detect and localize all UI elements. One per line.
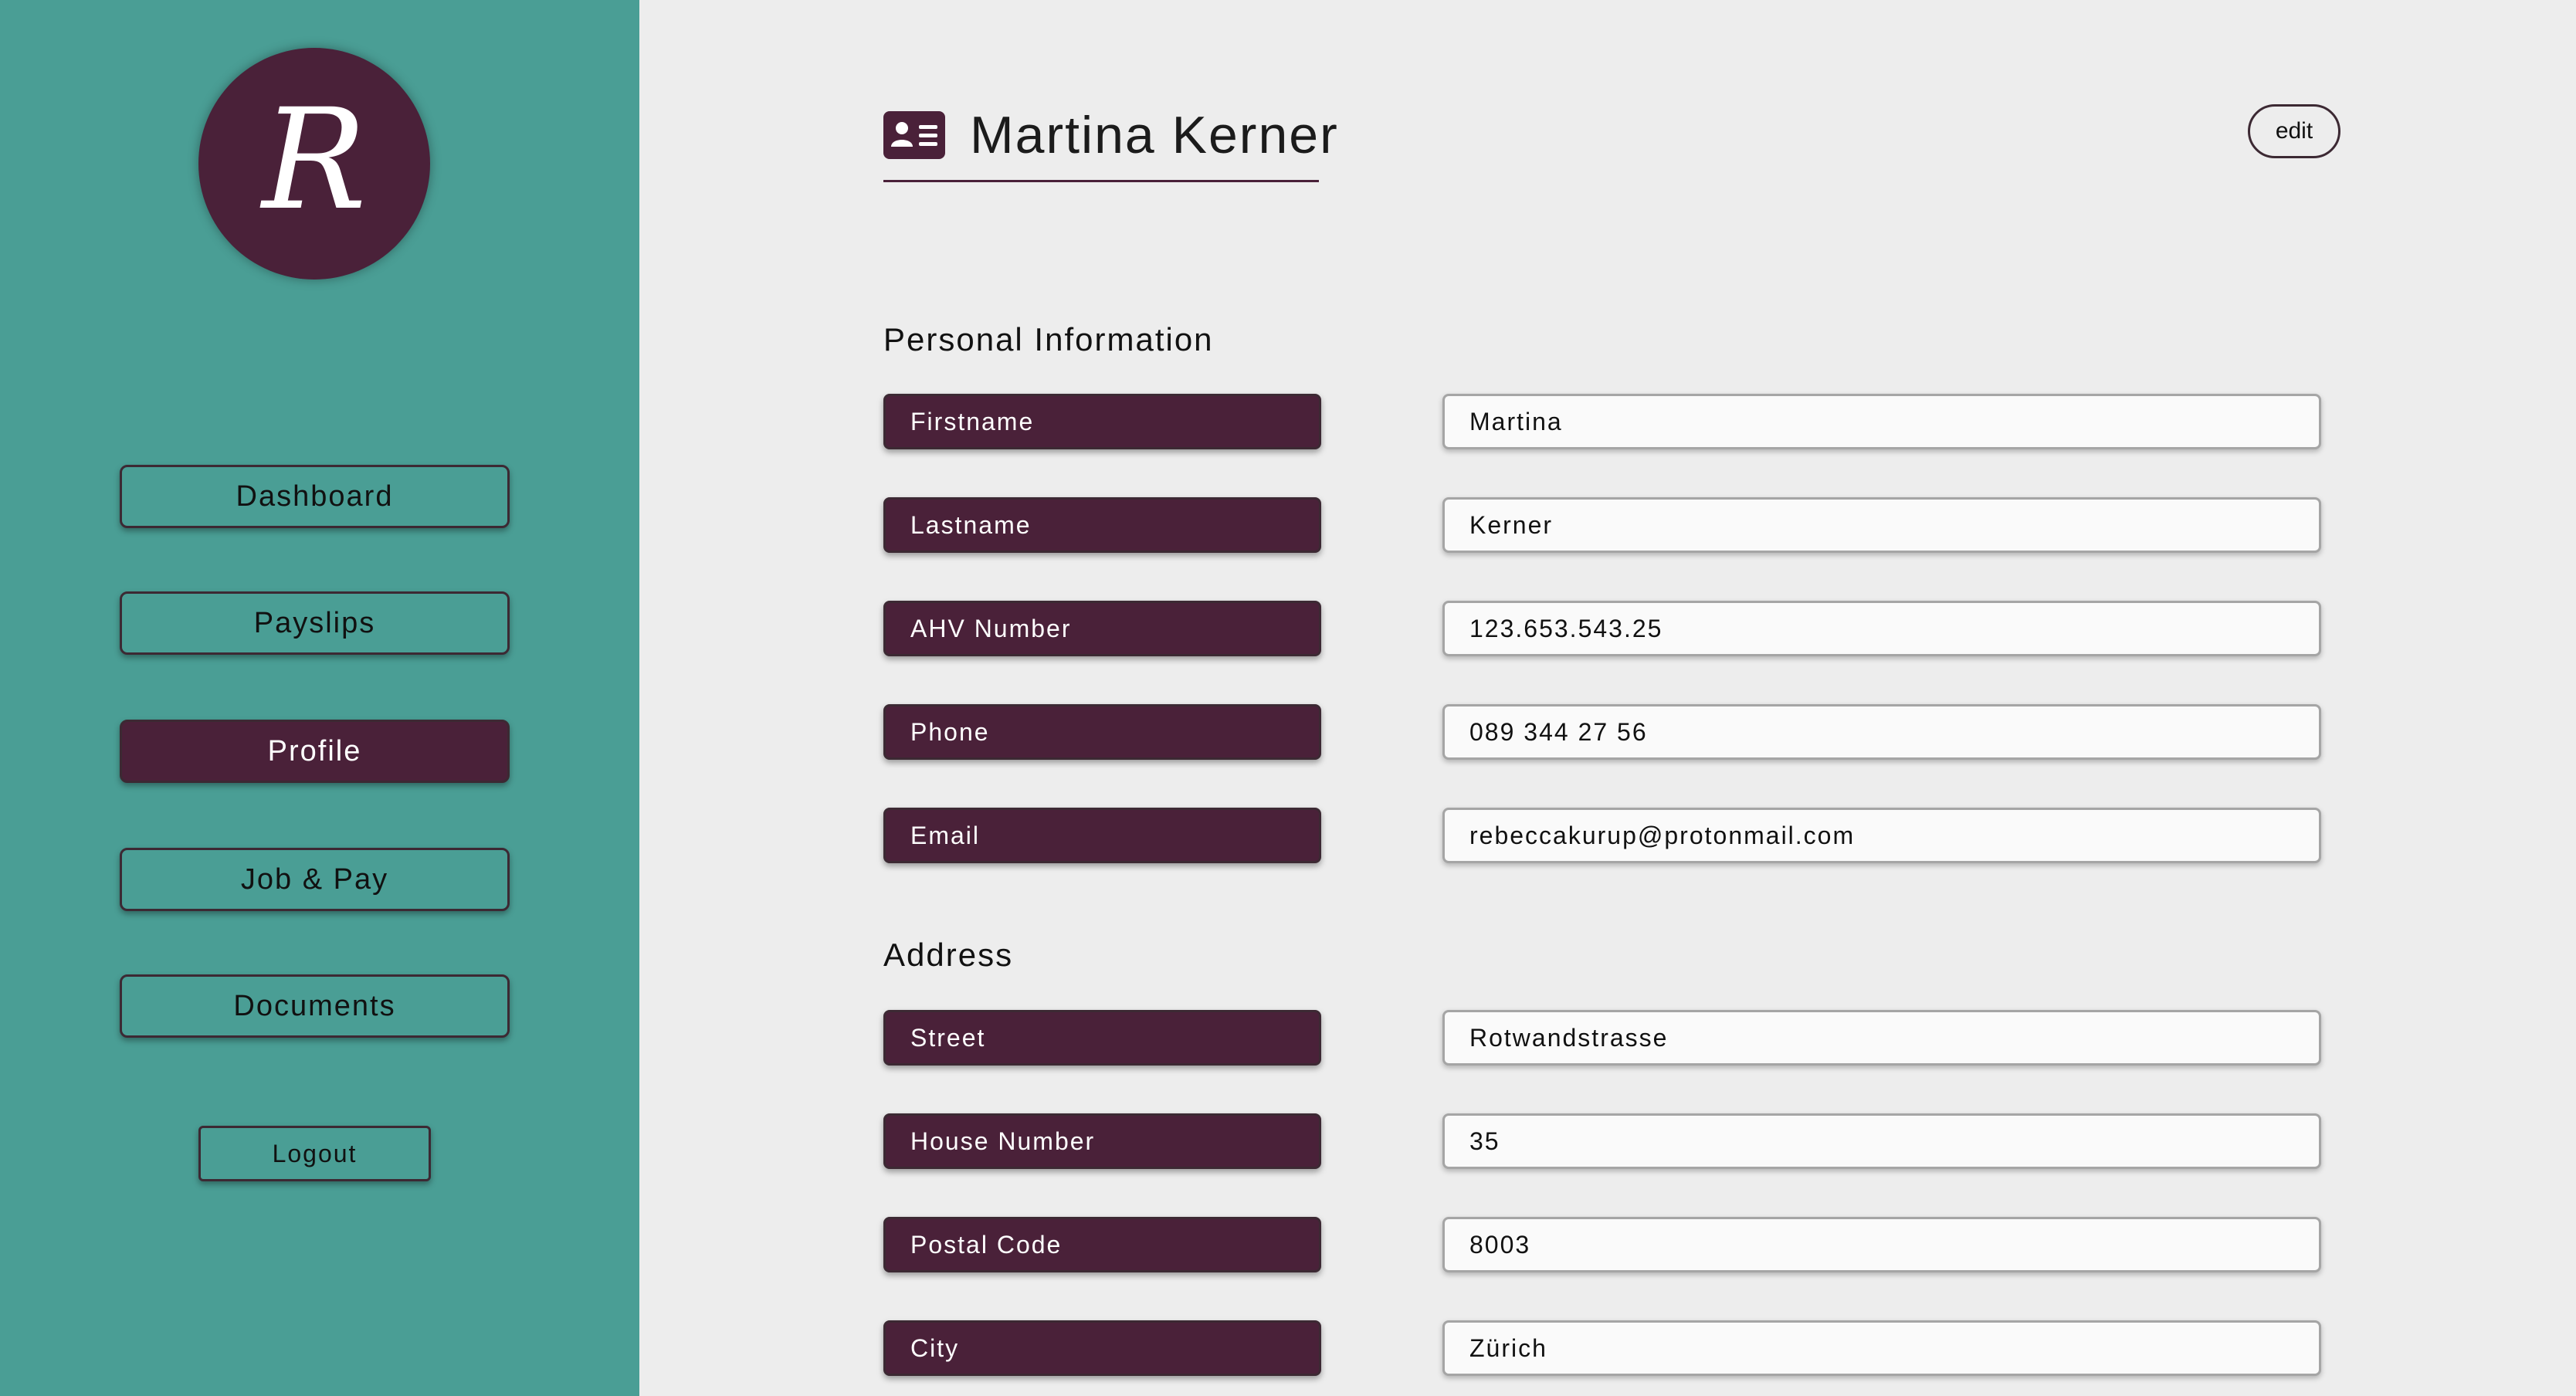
nav-job-pay-button[interactable]: Job & Pay (120, 848, 510, 911)
label-lastname: Lastname (883, 497, 1321, 553)
postal-code-field[interactable]: 8003 (1442, 1217, 2321, 1272)
profile-header: Martina Kerner (883, 100, 1337, 182)
city-field[interactable]: Zürich (1442, 1320, 2321, 1376)
ahv-number-field[interactable]: 123.653.543.25 (1442, 601, 2321, 656)
label-postal-code: Postal Code (883, 1217, 1321, 1272)
nav-dashboard-button[interactable]: Dashboard (120, 465, 510, 528)
label-ahv-number: AHV Number (883, 601, 1321, 656)
house-number-field[interactable]: 35 (1442, 1113, 2321, 1169)
label-house-number: House Number (883, 1113, 1321, 1169)
sidebar: R Dashboard Payslips Profile Job & Pay D… (0, 0, 639, 1396)
nav-payslips-button[interactable]: Payslips (120, 591, 510, 655)
street-field[interactable]: Rotwandstrasse (1442, 1010, 2321, 1066)
avatar: R (198, 48, 430, 280)
contact-card-icon (883, 111, 945, 159)
lastname-field[interactable]: Kerner (1442, 497, 2321, 553)
edit-button[interactable]: edit (2248, 104, 2340, 158)
label-phone: Phone (883, 704, 1321, 760)
nav-profile-button[interactable]: Profile (120, 720, 510, 783)
label-city: City (883, 1320, 1321, 1376)
phone-field[interactable]: 089 344 27 56 (1442, 704, 2321, 760)
page-title: Martina Kerner (970, 106, 1339, 164)
avatar-letter: R (262, 80, 367, 241)
nav-documents-button[interactable]: Documents (120, 974, 510, 1038)
label-street: Street (883, 1010, 1321, 1066)
section-title-address: Address (883, 937, 1014, 973)
logout-button[interactable]: Logout (198, 1126, 431, 1181)
section-title-personal-information: Personal Information (883, 321, 1214, 357)
firstname-field[interactable]: Martina (1442, 394, 2321, 449)
email-field[interactable]: rebeccakurup@protonmail.com (1442, 808, 2321, 863)
label-email: Email (883, 808, 1321, 863)
label-firstname: Firstname (883, 394, 1321, 449)
